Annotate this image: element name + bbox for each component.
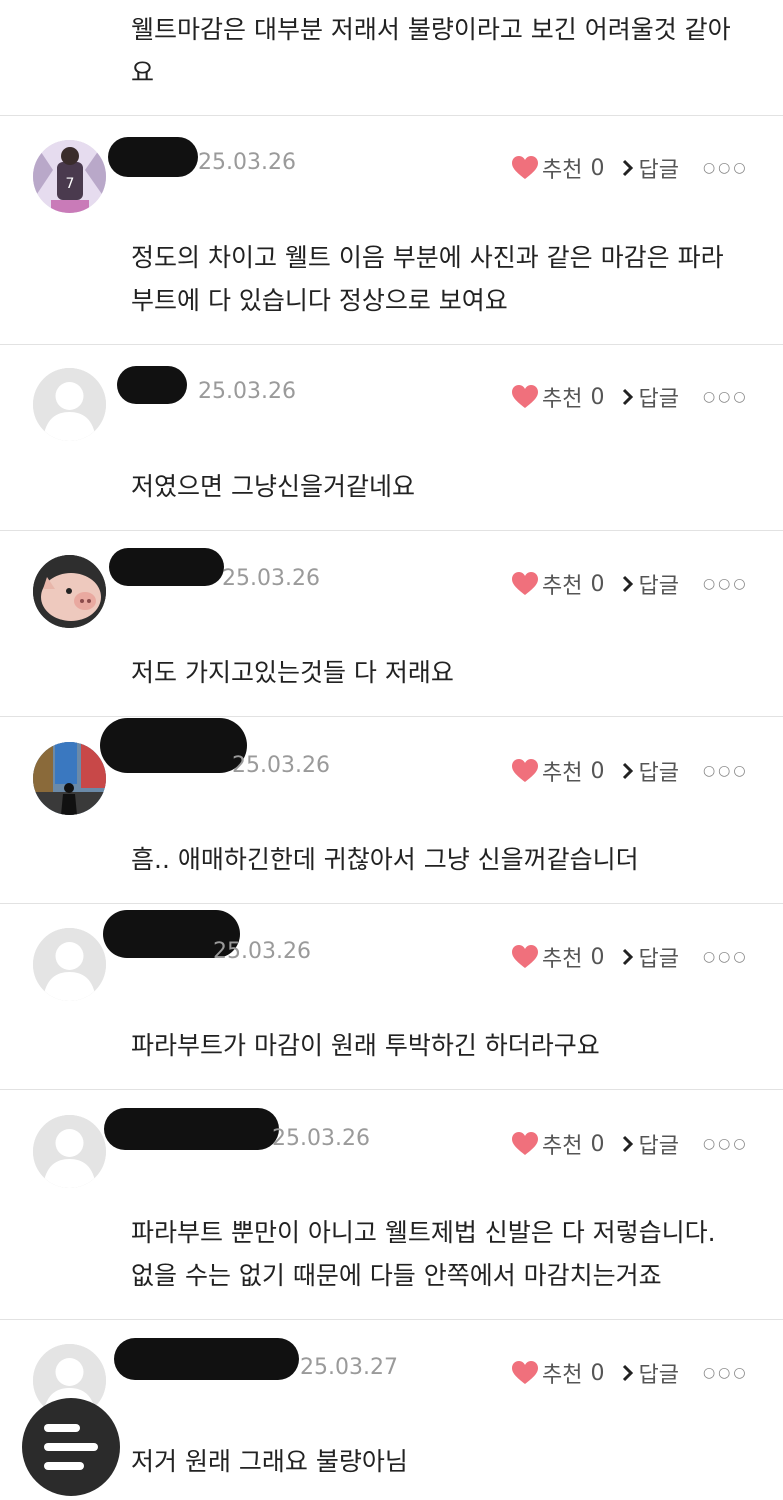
comment-line: 요 — [131, 58, 155, 87]
recommend-button[interactable]: 추천 — [542, 941, 582, 973]
comment-actions: 추천 0 답글 ○○○ — [512, 569, 749, 599]
divider — [0, 115, 783, 116]
more-dots-icon[interactable]: ○○○ — [703, 576, 749, 592]
comment-date: 25.03.26 — [232, 753, 330, 778]
comment-date: 25.03.26 — [222, 566, 320, 591]
floating-menu-button[interactable] — [22, 1398, 120, 1496]
divider — [0, 716, 783, 717]
chevron-right-icon — [623, 762, 634, 780]
reply-button[interactable]: 답글 — [638, 941, 678, 973]
reply-button[interactable]: 답글 — [638, 381, 678, 413]
more-dots-icon[interactable]: ○○○ — [703, 389, 749, 405]
chevron-right-icon — [623, 388, 634, 406]
comment-body: 흠.. 애매하긴한데 귀찮아서 그냥 신을꺼같습니더 — [131, 838, 746, 881]
comment-line: 흠.. 애매하긴한데 귀찮아서 그냥 신을꺼같습니더 — [131, 845, 639, 874]
avatar[interactable]: 7 — [33, 140, 106, 213]
comment-body: 저였으면 그냥신을거같네요 — [131, 465, 746, 508]
comment-actions: 추천 0 답글 ○○○ — [512, 382, 749, 412]
comment-line: 부트에 다 있습니다 정상으로 보여요 — [131, 286, 508, 315]
recommend-button[interactable]: 추천 — [542, 381, 582, 413]
comment-line: 정도의 차이고 웰트 이음 부분에 사진과 같은 마감은 파라 — [131, 243, 724, 272]
svg-text:7: 7 — [66, 176, 75, 192]
avatar[interactable] — [33, 928, 106, 1001]
comment-body: 파라부트 뿐만이 아니고 웰트제법 신발은 다 저렇습니다. 없을 수는 없기 … — [131, 1211, 746, 1297]
comment-line: 저였으면 그냥신을거같네요 — [131, 472, 415, 501]
recommend-count: 0 — [590, 155, 605, 181]
comment-line: 웰트마감은 대부분 저래서 불량이라고 보긴 어려울것 같아 — [131, 15, 731, 44]
chevron-right-icon — [623, 948, 634, 966]
divider — [0, 1089, 783, 1090]
comment-actions: 추천 0 답글 ○○○ — [512, 756, 749, 786]
redacted-username — [117, 366, 187, 404]
comment-body: 저도 가지고있는것들 다 저래요 — [131, 651, 746, 694]
comment-actions: 추천 0 답글 ○○○ — [512, 942, 749, 972]
divider — [0, 903, 783, 904]
more-dots-icon[interactable]: ○○○ — [703, 763, 749, 779]
redacted-username — [109, 548, 224, 586]
avatar[interactable] — [33, 1115, 106, 1188]
comment-date: 25.03.26 — [272, 1126, 370, 1151]
comment-date: 25.03.27 — [300, 1355, 398, 1380]
reply-button[interactable]: 답글 — [638, 152, 678, 184]
chevron-right-icon — [623, 1135, 634, 1153]
heart-icon[interactable] — [512, 1361, 538, 1385]
avatar[interactable] — [33, 742, 106, 815]
divider — [0, 1319, 783, 1320]
redacted-username — [100, 718, 247, 773]
recommend-count: 0 — [590, 758, 605, 784]
chevron-right-icon — [623, 575, 634, 593]
heart-icon[interactable] — [512, 572, 538, 596]
chevron-right-icon — [623, 1364, 634, 1382]
recommend-count: 0 — [590, 1131, 605, 1157]
recommend-count: 0 — [590, 944, 605, 970]
redacted-username — [104, 1108, 279, 1150]
chevron-right-icon — [623, 159, 634, 177]
comment-line: 파라부트가 마감이 원래 투박하긴 하더라구요 — [131, 1031, 600, 1060]
redacted-username — [108, 137, 198, 177]
more-dots-icon[interactable]: ○○○ — [703, 949, 749, 965]
comment-body: 파라부트가 마감이 원래 투박하긴 하더라구요 — [131, 1024, 746, 1067]
heart-icon[interactable] — [512, 945, 538, 969]
recommend-button[interactable]: 추천 — [542, 568, 582, 600]
reply-button[interactable]: 답글 — [638, 568, 678, 600]
more-dots-icon[interactable]: ○○○ — [703, 1136, 749, 1152]
comment-actions: 추천 0 답글 ○○○ — [512, 1358, 749, 1388]
comment-actions: 추천 0 답글 ○○○ — [512, 153, 749, 183]
comment-date: 25.03.26 — [213, 939, 311, 964]
heart-icon[interactable] — [512, 1132, 538, 1156]
reply-button[interactable]: 답글 — [638, 1357, 678, 1389]
comment-line: 저거 원래 그래요 불량아님 — [131, 1447, 408, 1476]
more-dots-icon[interactable]: ○○○ — [703, 160, 749, 176]
heart-icon[interactable] — [512, 385, 538, 409]
recommend-count: 0 — [590, 1360, 605, 1386]
comment-date: 25.03.26 — [198, 379, 296, 404]
comment-body: 정도의 차이고 웰트 이음 부분에 사진과 같은 마감은 파라 부트에 다 있습… — [131, 236, 746, 322]
comment-line: 없을 수는 없기 때문에 다들 안쪽에서 마감치는거죠 — [131, 1261, 662, 1290]
heart-icon[interactable] — [512, 759, 538, 783]
reply-button[interactable]: 답글 — [638, 755, 678, 787]
divider — [0, 530, 783, 531]
redacted-username — [114, 1338, 299, 1380]
recommend-count: 0 — [590, 384, 605, 410]
comment-line: 저도 가지고있는것들 다 저래요 — [131, 658, 454, 687]
comment-date: 25.03.26 — [198, 150, 296, 175]
more-dots-icon[interactable]: ○○○ — [703, 1365, 749, 1381]
divider — [0, 344, 783, 345]
comment-actions: 추천 0 답글 ○○○ — [512, 1129, 749, 1159]
reply-button[interactable]: 답글 — [638, 1128, 678, 1160]
comment-body: 저거 원래 그래요 불량아님 — [131, 1440, 746, 1483]
comment-line: 파라부트 뿐만이 아니고 웰트제법 신발은 다 저렇습니다. — [131, 1218, 716, 1247]
recommend-button[interactable]: 추천 — [542, 1128, 582, 1160]
recommend-button[interactable]: 추천 — [542, 152, 582, 184]
heart-icon[interactable] — [512, 156, 538, 180]
recommend-count: 0 — [590, 571, 605, 597]
recommend-button[interactable]: 추천 — [542, 1357, 582, 1389]
avatar[interactable] — [33, 368, 106, 441]
recommend-button[interactable]: 추천 — [542, 755, 582, 787]
comment-body: 웰트마감은 대부분 저래서 불량이라고 보긴 어려울것 같아 요 — [131, 8, 746, 94]
avatar[interactable] — [33, 555, 106, 628]
